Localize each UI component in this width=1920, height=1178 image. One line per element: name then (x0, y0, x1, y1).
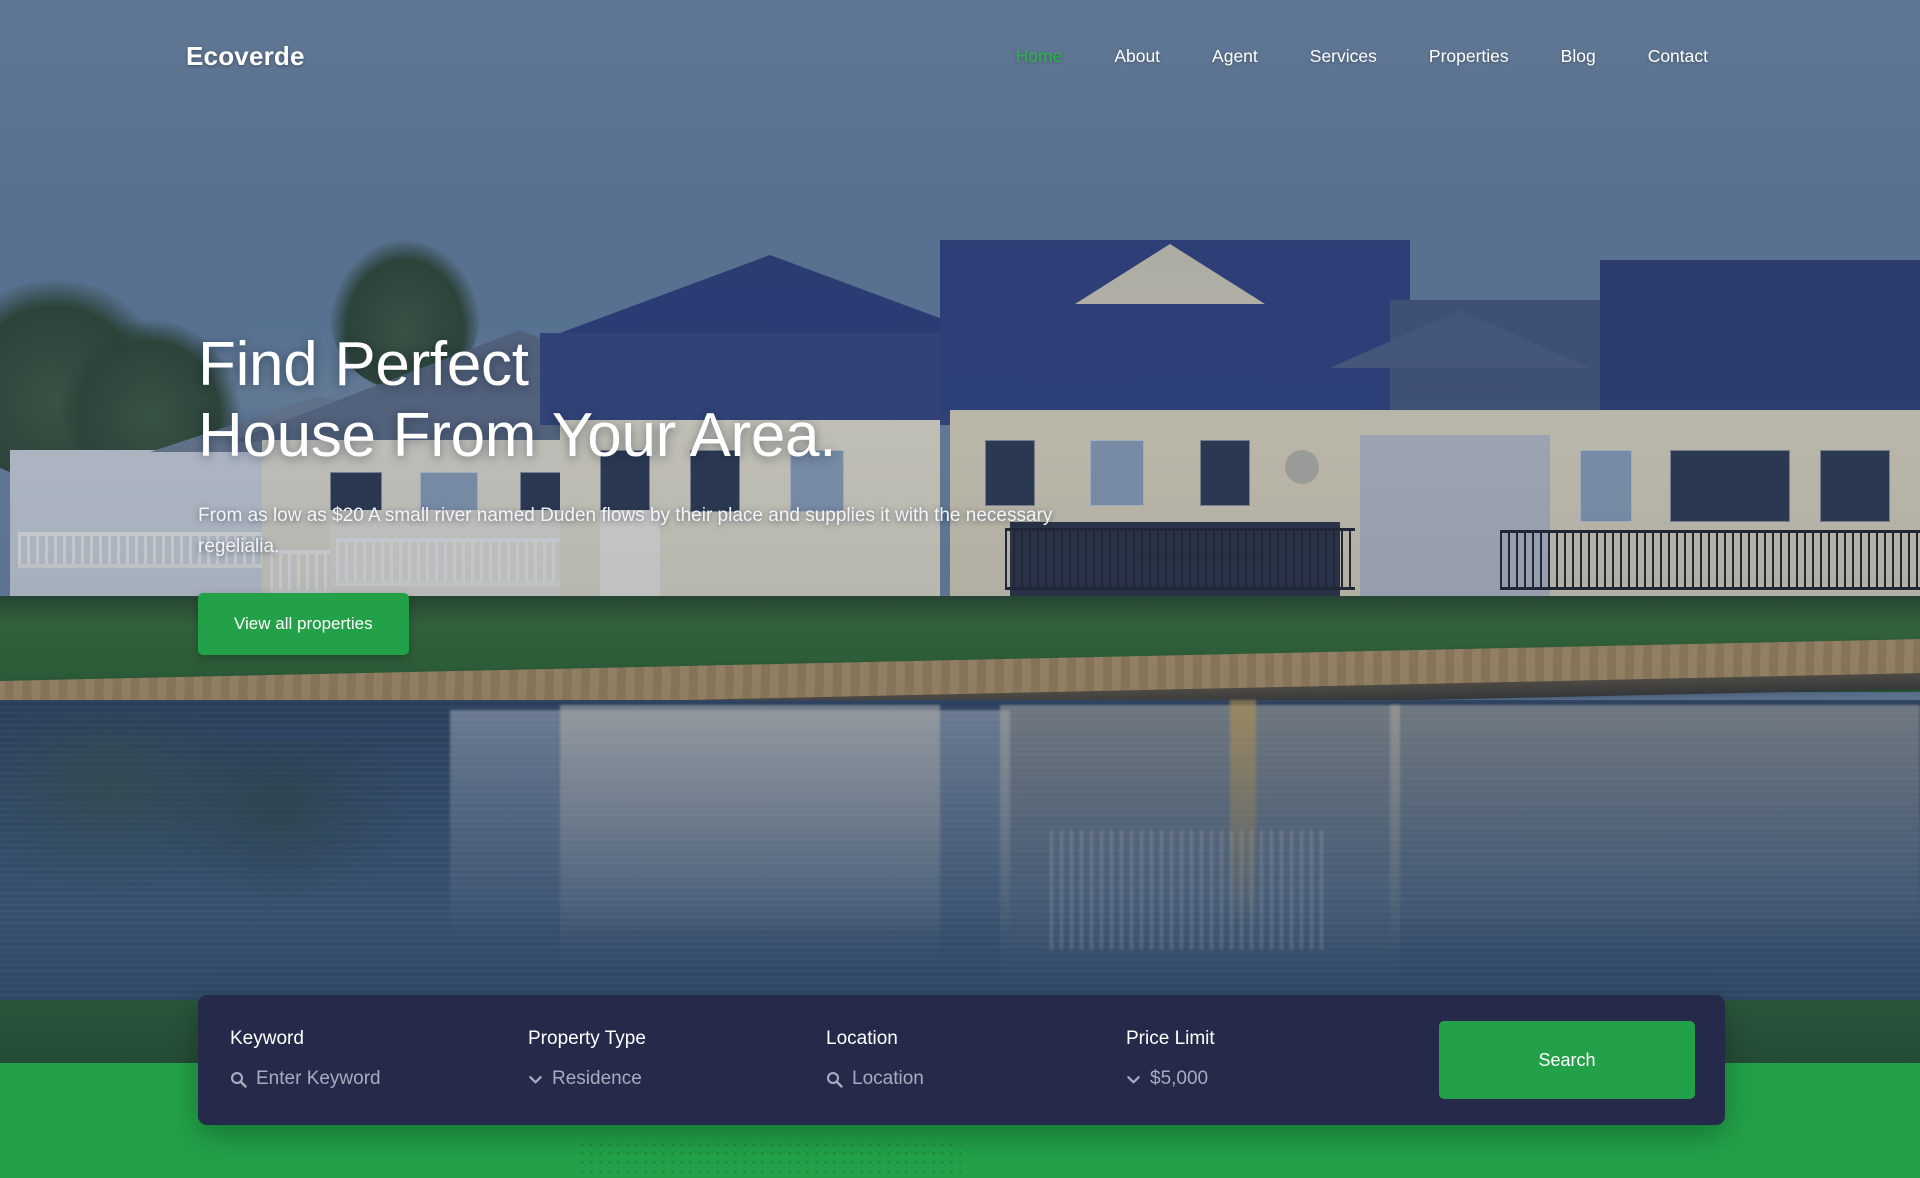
hero-paragraph: From as low as $20 A small river named D… (198, 505, 1053, 558)
location-label: Location (826, 1028, 898, 1049)
hero-content: Find Perfect House From Your Area. From … (198, 330, 1208, 655)
property-type-value: Residence (552, 1068, 642, 1089)
search-field-location: Location Location (794, 995, 1094, 1125)
hero-heading-line-1: Find Perfect (198, 330, 529, 399)
decorative-dot-pattern (578, 1140, 961, 1178)
nav-item-services[interactable]: Services (1284, 46, 1403, 67)
chevron-down-icon (529, 1075, 542, 1083)
property-type-select[interactable]: Residence (528, 1068, 794, 1090)
search-field-price-limit: Price Limit $5,000 (1094, 995, 1394, 1125)
keyword-placeholder: Enter Keyword (256, 1068, 381, 1089)
location-input[interactable]: Location (826, 1068, 1094, 1090)
site-header: Ecoverde Home About Agent Services Prope… (0, 0, 1920, 112)
search-field-keyword: Keyword Enter Keyword (198, 995, 496, 1125)
price-limit-select[interactable]: $5,000 (1126, 1068, 1394, 1090)
search-icon (826, 1071, 843, 1088)
keyword-label: Keyword (230, 1028, 304, 1049)
view-all-properties-button[interactable]: View all properties (198, 592, 409, 655)
nav-item-properties[interactable]: Properties (1403, 46, 1535, 67)
location-placeholder: Location (852, 1068, 924, 1089)
hero-heading-line-2: House From Your Area. (198, 400, 837, 470)
brand-logo[interactable]: Ecoverde (186, 41, 305, 72)
nav-item-about[interactable]: About (1088, 46, 1186, 67)
nav-item-home[interactable]: Home (990, 46, 1089, 67)
price-limit-value: $5,000 (1150, 1068, 1209, 1089)
chevron-down-icon (1127, 1075, 1140, 1083)
property-search-panel: Keyword Enter Keyword Property Type Resi… (198, 995, 1725, 1125)
nav-item-blog[interactable]: Blog (1535, 46, 1622, 67)
keyword-input[interactable]: Enter Keyword (230, 1068, 496, 1090)
search-submit-button[interactable]: Search (1439, 1021, 1695, 1099)
search-field-property-type: Property Type Residence (496, 995, 794, 1125)
hero-heading: Find Perfect House From Your Area. (198, 330, 1208, 471)
main-navigation: Home About Agent Services Properties Blo… (990, 46, 1734, 67)
price-limit-label: Price Limit (1126, 1028, 1215, 1049)
search-icon (230, 1071, 247, 1088)
nav-item-agent[interactable]: Agent (1186, 46, 1284, 67)
property-type-label: Property Type (528, 1028, 646, 1049)
nav-item-contact[interactable]: Contact (1622, 46, 1734, 67)
